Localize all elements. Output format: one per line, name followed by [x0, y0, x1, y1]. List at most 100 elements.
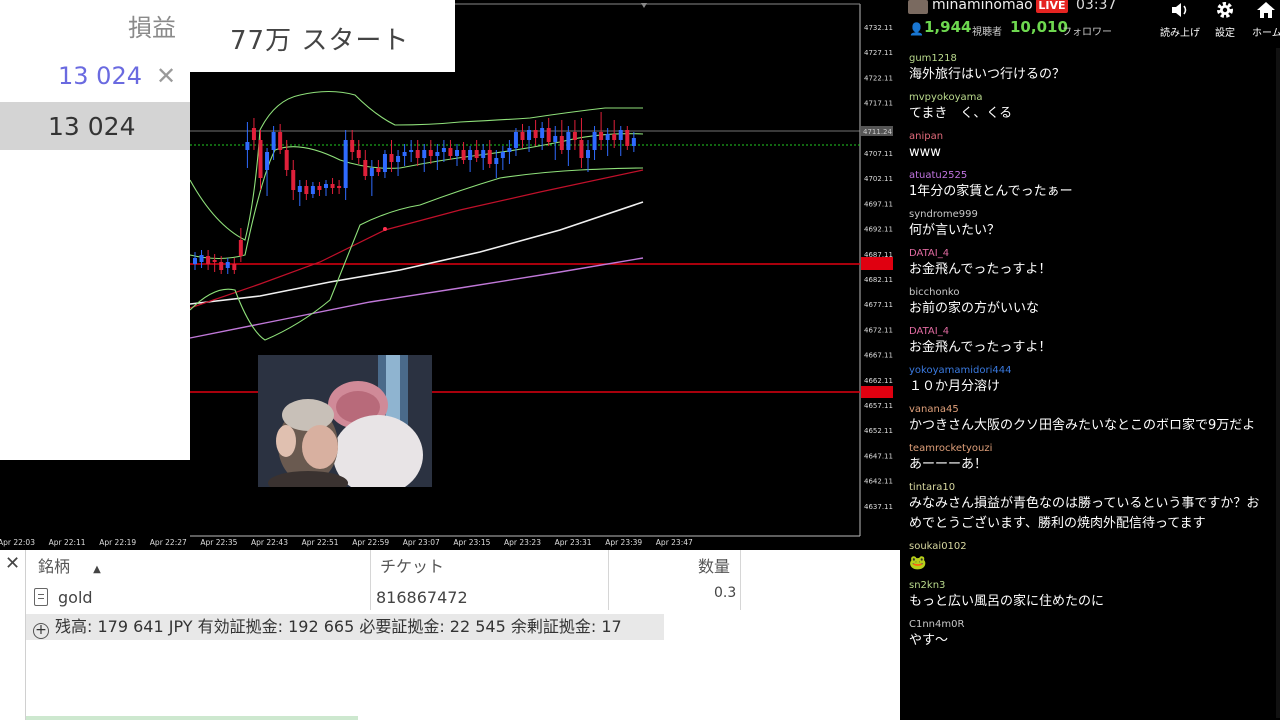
- candle-body: [441, 148, 446, 152]
- candle-body: [232, 264, 237, 270]
- chat-text: お金飛んでったっすよ！: [909, 340, 1052, 355]
- candle-body: [337, 186, 342, 188]
- candle-body: [343, 140, 348, 188]
- level-marker: [861, 386, 893, 398]
- price-tick-label: 4702.11: [864, 175, 893, 183]
- close-icon[interactable]: ✕: [5, 553, 20, 574]
- column-divider[interactable]: [740, 550, 741, 610]
- candle-body: [212, 260, 217, 262]
- speaker-icon: [1172, 3, 1187, 17]
- chat-username[interactable]: gum1218: [909, 52, 1272, 65]
- candle-body: [625, 130, 630, 146]
- chat-message[interactable]: gum1218 海外旅行はいつ行けるの？: [900, 48, 1280, 87]
- column-divider[interactable]: [608, 550, 609, 610]
- balance-text: 残高: 179 641 JPY 有効証拠金: 192 665 必要証拠金: 22…: [55, 617, 622, 636]
- candle-body: [278, 132, 283, 150]
- home-button[interactable]: ホーム: [1244, 0, 1280, 42]
- candle-body: [586, 150, 590, 158]
- webcam-feed: [258, 355, 432, 487]
- chat-username[interactable]: bicchonko: [909, 286, 1272, 299]
- column-header-ticket[interactable]: チケット: [380, 553, 444, 577]
- chat-text: みなみさん損益が青色なのは勝っているという事ですか？おめでとうございます、勝利の…: [909, 496, 1260, 531]
- candle-body: [265, 152, 270, 170]
- chat-message[interactable]: syndrome999 何が言いたい？: [900, 204, 1280, 243]
- chat-text: やす～: [909, 633, 949, 648]
- candle-body: [330, 184, 335, 188]
- chat-message[interactable]: bicchonko お前の家の方がいいな: [900, 282, 1280, 321]
- chat-username[interactable]: DATAI_4: [909, 325, 1272, 338]
- chat-emote: 🐸: [909, 555, 927, 571]
- chat-username[interactable]: teamrocketyouzi: [909, 442, 1272, 455]
- chat-message[interactable]: mvpyokoyama てまき く、くる: [900, 87, 1280, 126]
- candle-body: [284, 150, 289, 170]
- close-icon[interactable]: ✕: [156, 62, 176, 90]
- chat-username[interactable]: vanana45: [909, 403, 1272, 416]
- follower-count: 10,010: [1010, 18, 1068, 36]
- chat-message[interactable]: tintara10 みなみさん損益が青色なのは勝っているという事ですか？おめでとう…: [900, 477, 1280, 536]
- chat-message[interactable]: soukai0102 🐸: [900, 536, 1280, 575]
- chat-username[interactable]: syndrome999: [909, 208, 1272, 221]
- bollinger-upper: [189, 90, 643, 241]
- level-marker: [861, 257, 893, 270]
- chat-message[interactable]: atuatu2525 1年分の家賃とんでったぁー: [900, 165, 1280, 204]
- balance-bar: + 残高: 179 641 JPY 有効証拠金: 192 665 必要証拠金: 2…: [26, 614, 664, 640]
- time-tick-label: Apr 22:35: [200, 538, 237, 547]
- chat-scrollbar[interactable]: [1276, 48, 1280, 718]
- chat-message[interactable]: sn2kn3 もっと広い風呂の家に住めたのに: [900, 575, 1280, 614]
- signal-dot: [383, 227, 387, 231]
- chat-text: あーーーあ！: [909, 457, 988, 472]
- column-header-symbol[interactable]: 銘柄 ▲: [38, 553, 101, 577]
- settings-button[interactable]: 設定: [1203, 0, 1247, 42]
- candle-body: [304, 186, 309, 194]
- plus-circle-icon[interactable]: +: [33, 623, 49, 639]
- column-divider[interactable]: [370, 550, 371, 610]
- chat-username[interactable]: sn2kn3: [909, 579, 1272, 592]
- column-header-qty[interactable]: 数量: [698, 553, 730, 577]
- price-tick-label: 4647.11: [864, 452, 893, 460]
- price-tick-label: 4662.11: [864, 377, 893, 385]
- chat-username[interactable]: atuatu2525: [909, 169, 1272, 182]
- viewer-count: 1,944: [924, 18, 972, 36]
- chat-username[interactable]: soukai0102: [909, 540, 1272, 553]
- price-tick-label: 4732.11: [864, 24, 893, 32]
- candle-body: [382, 154, 387, 172]
- chat-message[interactable]: vanana45 かつきさん大阪のクソ田舎みたいなとこのボロ家で9万だよ: [900, 399, 1280, 438]
- chat-username[interactable]: yokoyamamidori444: [909, 364, 1272, 377]
- candle-body: [592, 132, 597, 150]
- chat-message[interactable]: C1nn4m0R やす～: [900, 614, 1280, 653]
- candle-body: [520, 132, 525, 140]
- price-tick-label: 4692.11: [864, 226, 893, 234]
- chat-username[interactable]: tintara10: [909, 481, 1272, 494]
- candle-body: [540, 128, 545, 138]
- chat-message[interactable]: DATAI_4 お金飛んでったっすよ！: [900, 321, 1280, 360]
- chat-username[interactable]: DATAI_4: [909, 247, 1272, 260]
- chat-message[interactable]: anipan www: [900, 126, 1280, 165]
- chat-username[interactable]: anipan: [909, 130, 1272, 143]
- chat-message-list[interactable]: gum1218 海外旅行はいつ行けるの？ mvpyokoyama てまき く、くる an…: [900, 48, 1280, 653]
- current-price-label: 4711.24: [863, 128, 892, 136]
- time-tick-label: Apr 23:39: [605, 538, 642, 547]
- home-label: ホーム: [1252, 28, 1280, 39]
- time-tick-label: Apr 22:59: [352, 538, 389, 547]
- streamer-name[interactable]: minaminomao: [932, 0, 1033, 13]
- chat-message[interactable]: yokoyamamidori444 １０か月分溶け: [900, 360, 1280, 399]
- candle-body: [448, 148, 453, 156]
- profit-row-selected[interactable]: 13 024: [0, 102, 190, 150]
- chat-message[interactable]: teamrocketyouzi あーーーあ！: [900, 438, 1280, 477]
- chat-username[interactable]: C1nn4m0R: [909, 618, 1272, 631]
- moving-average-violet: [189, 257, 644, 339]
- candle-body: [546, 128, 551, 142]
- avatar[interactable]: [908, 0, 928, 14]
- chat-username[interactable]: mvpyokoyama: [909, 91, 1272, 104]
- profit-title: 損益: [128, 14, 176, 42]
- candle-body: [251, 128, 256, 140]
- positions-sidebar: ✕: [0, 550, 26, 720]
- price-tick-label: 4667.11: [864, 352, 893, 360]
- candle-body: [487, 150, 492, 164]
- chat-message[interactable]: DATAI_4 お金飛んでったっすよ！: [900, 243, 1280, 282]
- status-strip: [26, 716, 358, 720]
- read-aloud-button[interactable]: 読み上げ: [1158, 0, 1202, 42]
- chat-text: もっと広い風呂の家に住めたのに: [909, 594, 1105, 609]
- candle-body: [474, 150, 479, 158]
- bollinger-lower: [189, 167, 644, 341]
